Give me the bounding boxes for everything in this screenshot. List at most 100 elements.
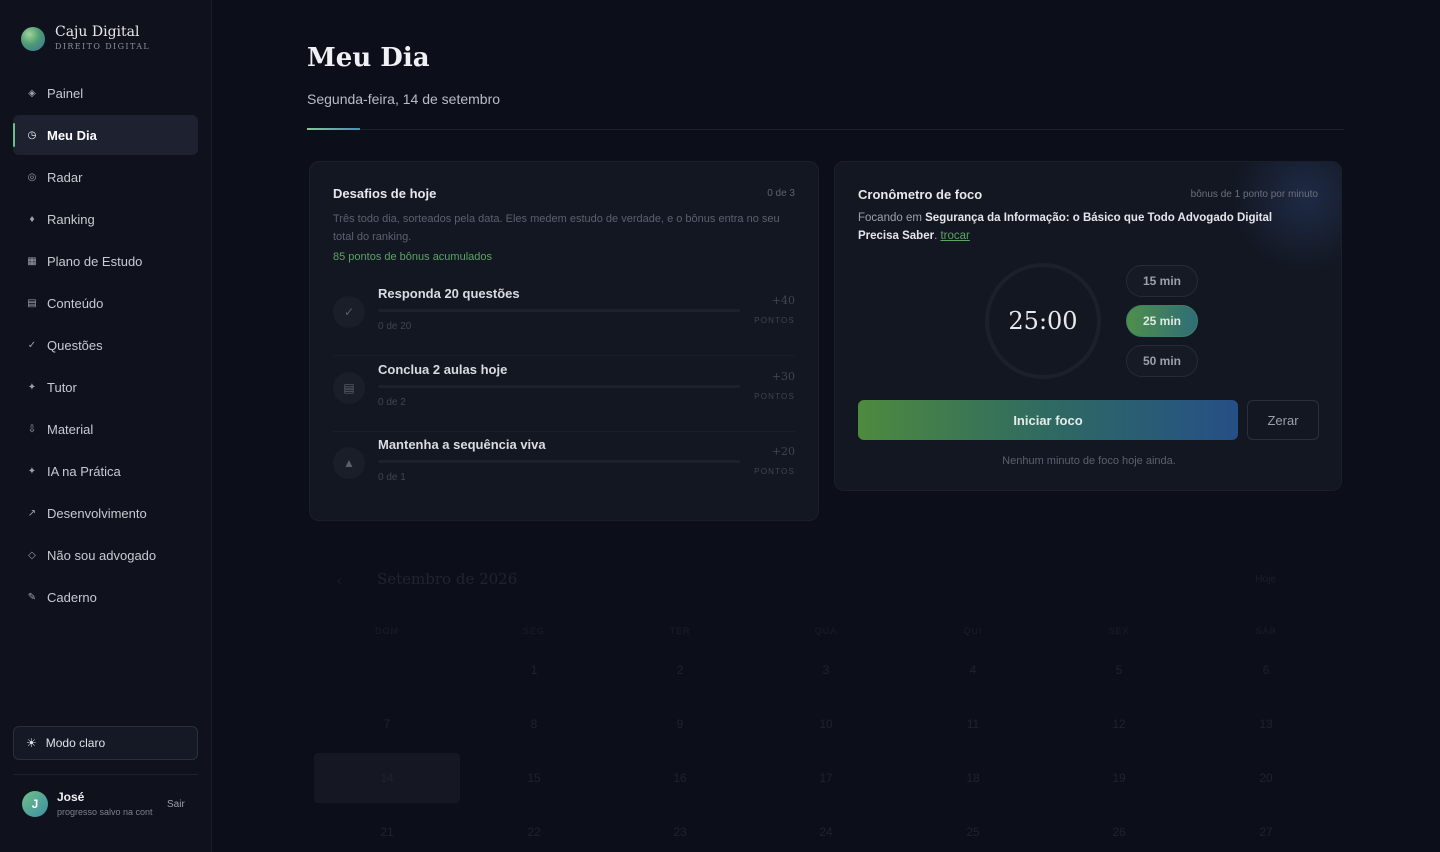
brand-logo xyxy=(21,26,45,51)
calendar-day[interactable]: 4 xyxy=(900,645,1046,695)
challenge-item[interactable]: ▤ Conclua 2 aulas hoje 0 de 2 +30 PONTOS xyxy=(333,362,795,432)
calendar-day[interactable]: 2 xyxy=(607,645,753,695)
sidebar-item-painel[interactable]: ◈ Painel xyxy=(13,73,198,113)
calendar-day[interactable]: 27 xyxy=(1193,807,1339,852)
calendar-day[interactable]: 21 xyxy=(314,807,460,852)
sidebar-divider xyxy=(13,774,198,775)
calendar-day[interactable]: 9 xyxy=(607,699,753,749)
brand-name: Caju Digital xyxy=(55,24,140,40)
title-divider xyxy=(307,129,1344,130)
sidebar-item-radar[interactable]: ◎ Radar xyxy=(13,157,198,197)
previous-month-button[interactable]: ‹ xyxy=(337,572,342,588)
reset-button[interactable]: Zerar xyxy=(1247,400,1319,440)
light-mode-button[interactable]: ☀ Modo claro xyxy=(13,726,198,760)
challenge-progress-text: 0 de 1 xyxy=(378,472,406,483)
user-profile: J José progresso salvo na cont Sair xyxy=(22,789,192,819)
sidebar-item-meu-dia[interactable]: ◷ Meu Dia xyxy=(13,115,198,155)
focus-prefix: Focando em xyxy=(858,212,922,224)
calendar: ‹ Setembro de 2026 Hoje DOM SEG TER QUA QUI S… xyxy=(309,548,1346,852)
check-icon: ✓ xyxy=(333,296,365,328)
calendar-day[interactable]: 8 xyxy=(461,699,607,749)
sidebar-item-label: Caderno xyxy=(47,589,97,605)
page-title: Meu Dia xyxy=(307,43,430,73)
sidebar-item-tutor[interactable]: ✦ Tutor xyxy=(13,367,198,407)
calendar-day[interactable]: 12 xyxy=(1046,699,1192,749)
calendar-day[interactable]: 22 xyxy=(461,807,607,852)
sidebar-item-label: Radar xyxy=(47,169,83,185)
start-focus-button[interactable]: Iniciar foco xyxy=(858,400,1238,440)
challenge-name: Mantenha a sequência viva xyxy=(378,437,546,452)
calendar-day[interactable]: 1 xyxy=(461,645,607,695)
challenges-card: Desafios de hoje 0 de 3 Três todo dia, s… xyxy=(309,161,819,521)
radar-icon: ◎ xyxy=(27,171,37,183)
avatar[interactable]: J xyxy=(22,791,48,817)
calendar-day[interactable]: 15 xyxy=(461,753,607,803)
sidebar-item-label: Meu Dia xyxy=(47,127,97,143)
calendar-day[interactable]: 6 xyxy=(1193,645,1339,695)
challenge-points: +30 xyxy=(771,370,795,383)
challenge-name: Conclua 2 aulas hoje xyxy=(378,362,508,377)
calendar-weekday: QUI xyxy=(963,626,983,636)
challenge-points: +20 xyxy=(771,445,795,458)
challenge-item[interactable]: ✓ Responda 20 questões 0 de 20 +40 PONTOS xyxy=(333,286,795,356)
sidebar-item-questoes[interactable]: ✓ Questões xyxy=(13,325,198,365)
calendar-weekday: DOM xyxy=(375,626,399,636)
sidebar-nav: ◈ Painel ◷ Meu Dia ◎ Radar ♦ Ranking ▦ Plano de E… xyxy=(13,73,198,619)
calendar-day[interactable]: 17 xyxy=(753,753,899,803)
bonus-accumulated: 85 pontos de bônus acumulados xyxy=(333,251,493,263)
challenge-progress-text: 0 de 20 xyxy=(378,321,412,332)
calendar-day[interactable]: 11 xyxy=(900,699,1046,749)
sidebar-item-nao-sou-advogado[interactable]: ◇ Não sou advogado xyxy=(13,535,198,575)
duration-25-min-button[interactable]: 25 min xyxy=(1126,305,1198,337)
brand[interactable]: Caju Digital DIREITO DIGITAL xyxy=(21,24,150,53)
focus-timer-card: Cronômetro de foco bônus de 1 ponto por … xyxy=(834,161,1342,491)
focus-topic-line: Focando em Segurança da Informação: o Bá… xyxy=(858,212,1273,242)
swap-topic-link[interactable]: trocar xyxy=(940,230,969,242)
sidebar-item-conteudo[interactable]: ▤ Conteúdo xyxy=(13,283,198,323)
sidebar-item-caderno[interactable]: ✎ Caderno xyxy=(13,577,198,617)
calendar-day[interactable]: 18 xyxy=(900,753,1046,803)
sidebar-item-label: Tutor xyxy=(47,379,77,395)
challenge-points-label: PONTOS xyxy=(754,467,795,476)
sidebar-item-label: Ranking xyxy=(47,211,95,227)
calendar-weekday: SEX xyxy=(1108,626,1130,636)
duration-15-min-button[interactable]: 15 min xyxy=(1126,265,1198,297)
calendar-day[interactable]: 16 xyxy=(607,753,753,803)
challenge-progress-text: 0 de 2 xyxy=(378,397,406,408)
sidebar-item-ia-na-pratica[interactable]: ✦ IA na Prática xyxy=(13,451,198,491)
brand-subtitle: DIREITO DIGITAL xyxy=(55,42,151,51)
calendar-day[interactable]: 25 xyxy=(900,807,1046,852)
calendar-day[interactable]: 19 xyxy=(1046,753,1192,803)
focus-title: Cronômetro de foco xyxy=(858,187,983,202)
calendar-day[interactable]: 3 xyxy=(753,645,899,695)
diamond-outline-icon: ◇ xyxy=(28,549,36,561)
calendar-day[interactable]: 26 xyxy=(1046,807,1192,852)
calendar-day[interactable]: 13 xyxy=(1193,699,1339,749)
page-date: Segunda-feira, 14 de setembro xyxy=(307,91,501,107)
challenges-title: Desafios de hoje xyxy=(333,186,437,201)
calendar-day[interactable]: 20 xyxy=(1193,753,1339,803)
pencil-icon: ✎ xyxy=(27,591,37,603)
calendar-day[interactable]: 7 xyxy=(314,699,460,749)
logout-link[interactable]: Sair xyxy=(167,799,185,810)
calendar-day[interactable]: 23 xyxy=(607,807,753,852)
sidebar-item-desenvolvimento[interactable]: ↗ Desenvolvimento xyxy=(13,493,198,533)
calendar-day[interactable]: 24 xyxy=(753,807,899,852)
sidebar-item-material[interactable]: ⇩ Material xyxy=(13,409,198,449)
today-button[interactable]: Hoje xyxy=(1255,574,1276,585)
challenge-item[interactable]: ▲ Mantenha a sequência viva 0 de 1 +20 PONTO… xyxy=(333,437,795,507)
challenge-points: +40 xyxy=(771,294,795,307)
calendar-day[interactable]: 10 xyxy=(753,699,899,749)
user-name: José xyxy=(57,790,85,804)
sidebar-item-ranking[interactable]: ♦ Ranking xyxy=(13,199,198,239)
challenge-progress-bar xyxy=(378,309,740,312)
duration-50-min-button[interactable]: 50 min xyxy=(1126,345,1198,377)
flame-icon: ▲ xyxy=(333,447,365,479)
trend-icon: ↗ xyxy=(27,507,37,519)
check-icon: ✓ xyxy=(27,339,37,351)
book-icon: ▤ xyxy=(27,297,37,309)
calendar-day[interactable]: 5 xyxy=(1046,645,1192,695)
calendar-day[interactable]: 14 xyxy=(314,753,460,803)
focus-status: Nenhum minuto de foco hoje ainda. xyxy=(1002,455,1176,467)
sidebar-item-plano-de-estudo[interactable]: ▦ Plano de Estudo xyxy=(13,241,198,281)
